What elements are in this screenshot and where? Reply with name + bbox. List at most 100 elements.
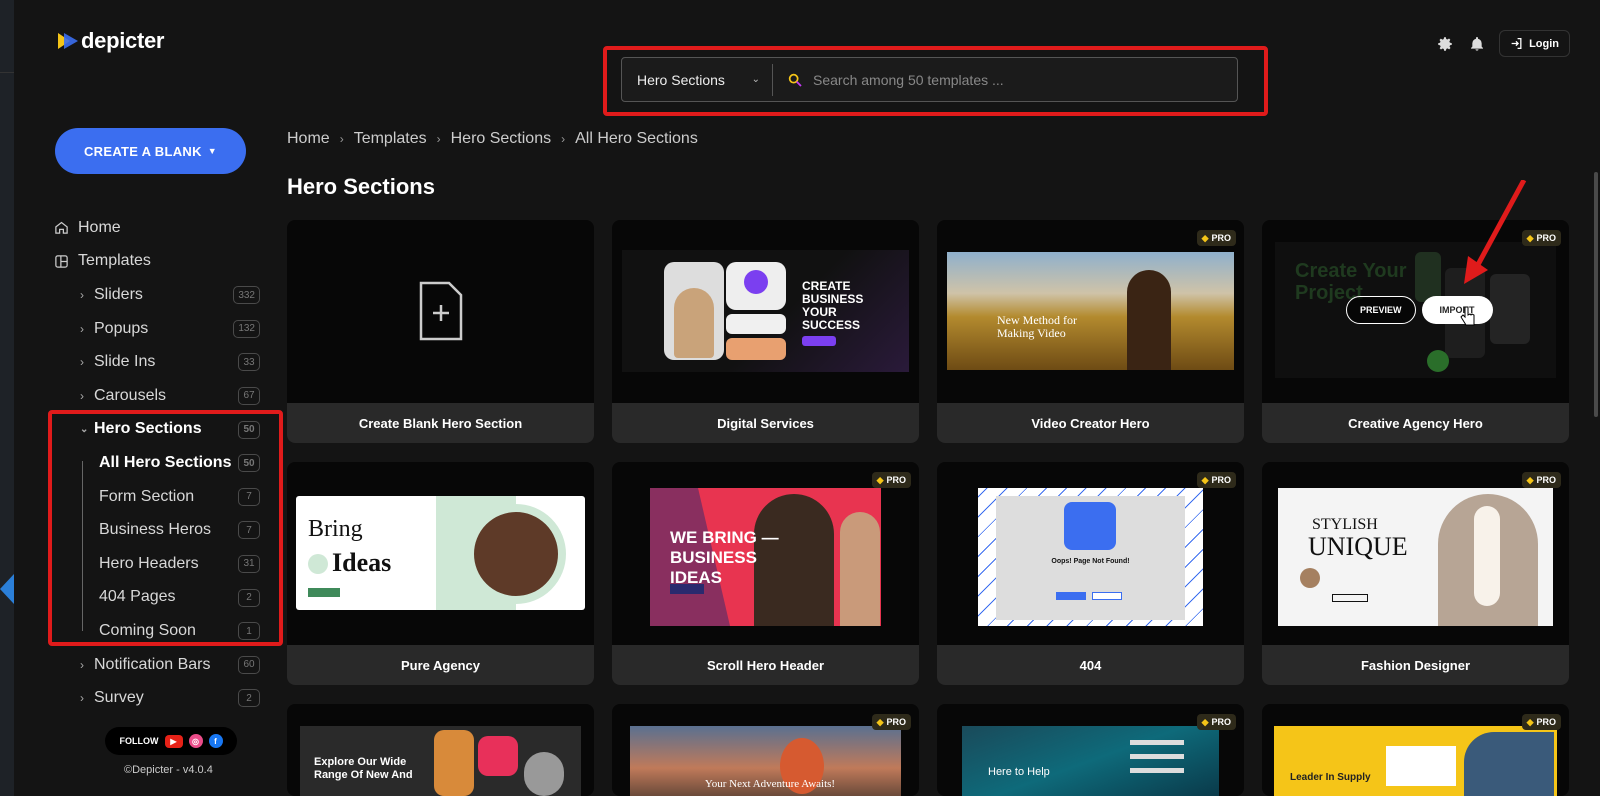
sidebar-item-slide-ins[interactable]: › Slide Ins 33: [54, 345, 260, 379]
card-label: Pure Agency: [287, 645, 594, 685]
card-label: Digital Services: [612, 403, 919, 443]
search-bar: Hero Sections ⌄: [621, 57, 1238, 102]
count-badge: 132: [233, 319, 260, 338]
brand-logo[interactable]: depicter: [58, 28, 164, 54]
page-title: Hero Sections: [287, 174, 435, 199]
template-card-row3-4[interactable]: Leader In Supply ◆ PRO: [1262, 704, 1569, 796]
sidebar-item-label: Carousels: [94, 386, 167, 404]
card-label: 404: [937, 645, 1244, 685]
pro-label: PRO: [1211, 475, 1231, 485]
import-button[interactable]: IMPORT: [1421, 296, 1493, 324]
pro-label: PRO: [886, 475, 906, 485]
gem-icon: ◆: [876, 716, 884, 727]
create-blank-label: CREATE A BLANK: [83, 143, 202, 159]
create-blank-button[interactable]: CREATE A BLANK ▼: [55, 128, 246, 174]
chevron-right-icon: ›: [80, 321, 84, 336]
chevron-right-icon: ›: [80, 388, 84, 403]
row3-thumb-text-d: Leader In Supply: [1290, 772, 1371, 783]
template-card-row3-1[interactable]: Explore Our Wide Range Of New And: [287, 704, 594, 796]
pro-badge: ◆ PRO: [1521, 714, 1561, 730]
edge-divider: [0, 72, 14, 73]
search-input[interactable]: [813, 71, 1213, 88]
sidebar-item-carousels[interactable]: › Carousels 67: [54, 379, 260, 413]
add-file-icon: [419, 281, 462, 341]
sidebar-item-survey[interactable]: › Survey 2: [54, 681, 260, 715]
template-card-fashion-designer[interactable]: STYLISH UNIQUE ◆ PRO Fashion Designer: [1262, 462, 1569, 685]
pro-badge: ◆ PRO: [871, 714, 911, 730]
youtube-icon[interactable]: ▶: [164, 734, 183, 748]
pro-label: PRO: [1536, 717, 1556, 727]
sidebar-item-popups[interactable]: › Popups 132: [54, 312, 260, 346]
follow-label: FOLLOW: [119, 736, 159, 746]
page-scrollbar[interactable]: [1594, 172, 1598, 417]
card-thumbnail: CREATE BUSINESS YOUR SUCCESS: [612, 220, 919, 402]
gear-icon[interactable]: [1435, 34, 1455, 54]
chevron-right-icon: ›: [561, 132, 566, 146]
facebook-icon[interactable]: f: [208, 734, 223, 748]
preview-button[interactable]: PREVIEW: [1346, 296, 1416, 324]
depicter-logo-icon: [58, 31, 78, 51]
gem-icon: ◆: [1526, 474, 1534, 485]
breadcrumb-home[interactable]: Home: [287, 130, 330, 148]
pro-badge: ◆ PRO: [1196, 230, 1236, 246]
breadcrumb-all-hero-sections: All Hero Sections: [575, 130, 698, 147]
template-card-row3-3[interactable]: Here to Help ◆ PRO: [937, 704, 1244, 796]
gem-icon: ◆: [1526, 716, 1534, 727]
template-card-create-blank[interactable]: Create Blank Hero Section: [287, 220, 594, 443]
sidebar-item-label: Slide Ins: [94, 353, 156, 371]
annotation-arrow-icon: [1464, 180, 1527, 284]
login-label: Login: [1529, 37, 1559, 50]
pro-badge: ◆ PRO: [1521, 472, 1561, 488]
sidebar-item-notification-bars[interactable]: › Notification Bars 60: [54, 648, 260, 682]
chevron-right-icon: ›: [339, 132, 344, 146]
chevron-right-icon: ›: [80, 657, 84, 672]
sidebar-item-label: Home: [78, 218, 121, 236]
login-button[interactable]: Login: [1499, 30, 1570, 57]
gem-icon: ◆: [1201, 474, 1209, 485]
sidebar-item-sliders[interactable]: › Sliders 332: [54, 278, 260, 312]
dribbble-icon[interactable]: ◎: [188, 734, 203, 748]
video-thumb-title: New Method for Making Video: [997, 313, 1077, 340]
pro-label: PRO: [1211, 717, 1231, 727]
scroll-thumb-title: WE BRING — BUSINESS IDEAS: [670, 528, 779, 587]
template-card-scroll-hero-header[interactable]: WE BRING — BUSINESS IDEAS ◆ PRO Scroll He…: [612, 462, 919, 685]
category-select-value: Hero Sections: [637, 71, 725, 88]
template-card-video-creator[interactable]: New Method for Making Video ◆ PRO Video C…: [937, 220, 1244, 443]
chevron-right-icon: ›: [436, 132, 441, 146]
card-thumbnail: STYLISH UNIQUE: [1262, 462, 1569, 644]
pro-label: PRO: [886, 717, 906, 727]
bell-icon[interactable]: [1467, 34, 1487, 54]
left-edge-panel: [0, 0, 14, 796]
chevron-down-icon: ⌄: [751, 74, 760, 85]
count-badge: 60: [238, 655, 260, 674]
pro-badge: ◆ PRO: [1196, 714, 1236, 730]
card-thumbnail: WE BRING — BUSINESS IDEAS: [612, 462, 919, 644]
pro-badge: ◆ PRO: [871, 472, 911, 488]
card-label: Creative Agency Hero: [1262, 403, 1569, 443]
template-card-404[interactable]: Oops! Page Not Found! ◆ PRO 404: [937, 462, 1244, 685]
row3-thumb-text-a: Explore Our Wide Range Of New And: [314, 756, 413, 781]
count-badge: 2: [238, 689, 260, 708]
sidebar-item-templates[interactable]: Templates: [54, 245, 260, 279]
breadcrumb-hero-sections[interactable]: Hero Sections: [451, 130, 552, 148]
category-select[interactable]: Hero Sections ⌄: [622, 72, 772, 88]
sidebar-item-home[interactable]: Home: [54, 211, 260, 245]
login-icon: [1511, 37, 1522, 50]
sidebar-item-label: Sliders: [94, 285, 143, 303]
hero-sections-highlight-box: [48, 410, 283, 646]
digital-thumb-title: CREATE BUSINESS YOUR SUCCESS: [802, 279, 864, 332]
card-label: Create Blank Hero Section: [287, 403, 594, 443]
pro-label: PRO: [1536, 233, 1556, 243]
chevron-right-icon: ›: [80, 355, 84, 370]
row3-thumb-text-b: Your Next Adventure Awaits!: [704, 778, 836, 790]
template-card-digital-services[interactable]: CREATE BUSINESS YOUR SUCCESS Digital Ser…: [612, 220, 919, 443]
header-actions: Login: [1435, 30, 1570, 57]
template-card-pure-agency[interactable]: Bring Ideas Pure Agency: [287, 462, 594, 685]
breadcrumb-templates[interactable]: Templates: [354, 130, 427, 148]
hand-cursor-icon: [1460, 306, 1475, 326]
count-badge: 67: [238, 386, 260, 405]
templates-icon: [54, 254, 70, 269]
card-thumbnail: Oops! Page Not Found!: [937, 462, 1244, 644]
pro-label: PRO: [1536, 475, 1556, 485]
template-card-row3-2[interactable]: Your Next Adventure Awaits! ◆ PRO: [612, 704, 919, 796]
